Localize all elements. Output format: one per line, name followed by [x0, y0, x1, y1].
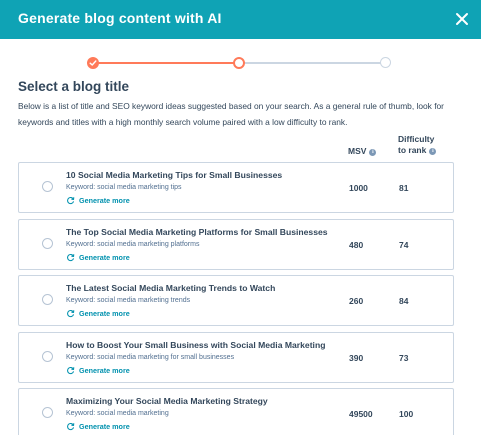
generate-more-link[interactable]: Generate more: [66, 196, 130, 205]
section-description: Below is a list of title and SEO keyword…: [18, 101, 444, 127]
blog-title: How to Boost Your Small Business with So…: [66, 339, 326, 350]
generate-more-link[interactable]: Generate more: [66, 309, 130, 318]
section-title: Select a blog title: [18, 79, 130, 94]
step-2-current: [233, 57, 245, 69]
column-header-difficulty-line1: Difficulty: [398, 134, 435, 144]
generate-more-label: Generate more: [79, 309, 130, 318]
info-icon[interactable]: i: [369, 149, 377, 156]
step-1-completed: [87, 57, 99, 69]
blog-title: 10 Social Media Marketing Tips for Small…: [66, 170, 283, 180]
generate-more-link[interactable]: Generate more: [66, 366, 130, 375]
generate-more-label: Generate more: [79, 365, 130, 375]
radio-button[interactable]: [42, 237, 53, 249]
refresh-icon: [67, 197, 75, 205]
refresh-icon: [67, 253, 75, 261]
generate-more-label: Generate more: [79, 422, 130, 431]
radio-button[interactable]: [42, 181, 53, 192]
info-icon[interactable]: i: [429, 148, 437, 155]
refresh-icon: [67, 310, 75, 318]
column-header-msv-label: MSV: [348, 146, 367, 156]
modal-title: Generate blog content with AI: [18, 10, 222, 26]
title-option-row[interactable]: How to Boost Your Small Business with So…: [18, 331, 454, 383]
title-option-row[interactable]: Maximizing Your Social Media Marketing S…: [18, 388, 454, 435]
column-header-difficulty-line2: to rank: [398, 145, 427, 155]
msv-value: 480: [349, 239, 364, 250]
keyword-label: Keyword: social media marketing tips: [66, 184, 182, 191]
blog-title: The Latest Social Media Marketing Trends…: [66, 283, 276, 293]
difficulty-value: 100: [399, 409, 414, 419]
difficulty-value: 81: [399, 183, 409, 193]
keyword-label: Keyword: social media marketing platform…: [66, 240, 200, 248]
check-icon: [89, 60, 97, 66]
stepper-line-pending: [245, 62, 383, 64]
modal-header: Generate blog content with AI: [0, 0, 481, 39]
progress-stepper: [0, 55, 481, 71]
difficulty-value: 73: [399, 352, 409, 363]
keyword-label: Keyword: social media marketing for smal…: [66, 353, 235, 361]
title-option-row[interactable]: The Top Social Media Marketing Platforms…: [18, 218, 454, 270]
msv-value: 1000: [349, 183, 368, 193]
difficulty-value: 84: [399, 296, 409, 306]
keyword-label: Keyword: social media marketing trends: [66, 297, 191, 304]
blog-title: The Top Social Media Marketing Platforms…: [66, 226, 328, 237]
title-list: 10 Social Media Marketing Tips for Small…: [18, 162, 454, 435]
column-header-msv: MSV i: [348, 146, 377, 156]
title-option-row[interactable]: The Latest Social Media Marketing Trends…: [18, 275, 454, 326]
radio-button[interactable]: [42, 294, 53, 305]
msv-value: 260: [349, 296, 364, 306]
step-3-pending: [380, 57, 391, 68]
stepper-line-completed: [97, 62, 237, 64]
refresh-icon: [67, 366, 75, 374]
generate-more-label: Generate more: [79, 196, 130, 205]
title-option-row[interactable]: 10 Social Media Marketing Tips for Small…: [18, 162, 454, 213]
generate-more-label: Generate more: [79, 252, 130, 262]
radio-button[interactable]: [42, 407, 53, 418]
difficulty-value: 74: [399, 239, 409, 250]
radio-button[interactable]: [42, 350, 53, 362]
refresh-icon: [67, 423, 75, 431]
column-header-difficulty: Difficulty to rank i: [398, 134, 437, 156]
keyword-label: Keyword: social media marketing: [66, 410, 169, 417]
generate-more-link[interactable]: Generate more: [66, 253, 130, 262]
msv-value: 49500: [349, 409, 373, 419]
close-icon: [456, 13, 468, 25]
generate-more-link[interactable]: Generate more: [66, 422, 130, 431]
msv-value: 390: [349, 352, 364, 363]
close-button[interactable]: [451, 8, 473, 30]
blog-title: Maximizing Your Social Media Marketing S…: [66, 396, 268, 406]
